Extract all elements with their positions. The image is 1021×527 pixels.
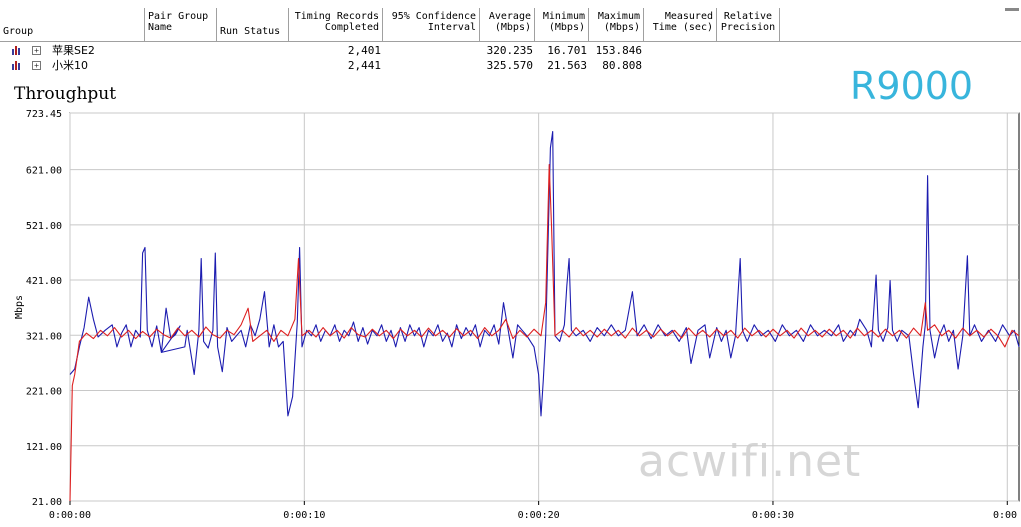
- results-table-header: Group Pair Group Name Run Status Timing …: [0, 8, 1021, 42]
- maximum-value: 153.846: [595, 44, 642, 57]
- col-header-measured-time[interactable]: Measured Time (sec): [644, 8, 717, 42]
- col-header-pair-group[interactable]: Pair Group Name: [145, 8, 217, 42]
- scrollbar-thumb[interactable]: [1005, 8, 1019, 11]
- x-tick-label: 0:00: [993, 510, 1017, 521]
- expand-icon[interactable]: +: [32, 46, 41, 55]
- table-row[interactable]: + 小米10 2,441 325.570 21.563 80.808: [0, 58, 660, 73]
- minimum-value: 21.563: [547, 59, 587, 72]
- col-header-run-status[interactable]: Run Status: [217, 8, 289, 42]
- col-header-average[interactable]: Average (Mbps): [480, 8, 535, 42]
- table-row[interactable]: + 苹果SE2 2,401 320.235 16.701 153.846: [0, 43, 660, 58]
- x-tick-label: 0:00:10: [283, 510, 325, 521]
- x-tick-label: 0:00:20: [518, 510, 560, 521]
- records-completed: 2,401: [347, 44, 381, 57]
- group-name: 苹果SE2: [52, 44, 95, 57]
- col-header-relative-precision[interactable]: Relative Precision: [717, 8, 780, 42]
- y-tick-label: 21.00: [32, 497, 62, 508]
- col-header-maximum[interactable]: Maximum (Mbps): [589, 8, 644, 42]
- header-divider: [0, 41, 1021, 42]
- y-tick-label: 521.00: [26, 221, 62, 232]
- maximum-value: 80.808: [602, 59, 642, 72]
- group-name: 小米10: [52, 59, 88, 72]
- col-header-minimum[interactable]: Minimum (Mbps): [535, 8, 589, 42]
- plot-area: [69, 112, 1020, 502]
- average-value: 320.235: [486, 44, 533, 57]
- x-tick-label: 0:00:00: [49, 510, 91, 521]
- site-watermark: acwifi.net: [638, 436, 862, 487]
- y-tick-label: 421.00: [26, 276, 62, 287]
- y-tick-label: 621.00: [26, 166, 62, 177]
- col-header-confidence-interval[interactable]: 95% Confidence Interval: [383, 8, 480, 42]
- y-axis-label: Mbps: [14, 295, 25, 319]
- throughput-chart: 21.00 121.00 221.00 321.00 421.00 521.00 621.0…: [14, 109, 1020, 521]
- col-header-group[interactable]: Group: [0, 8, 145, 42]
- y-tick-label: 321.00: [26, 331, 62, 342]
- minimum-value: 16.701: [547, 44, 587, 57]
- y-tick-label: 723.45: [26, 109, 62, 120]
- records-completed: 2,441: [347, 59, 381, 72]
- average-value: 325.570: [486, 59, 533, 72]
- bar-chart-icon: [12, 46, 22, 55]
- expand-icon[interactable]: +: [32, 61, 41, 70]
- col-header-timing-records[interactable]: Timing Records Completed: [289, 8, 383, 42]
- y-tick-label: 221.00: [26, 387, 62, 398]
- x-tick-label: 0:00:30: [752, 510, 794, 521]
- y-tick-label: 121.00: [26, 442, 62, 453]
- bar-chart-icon: [12, 61, 22, 70]
